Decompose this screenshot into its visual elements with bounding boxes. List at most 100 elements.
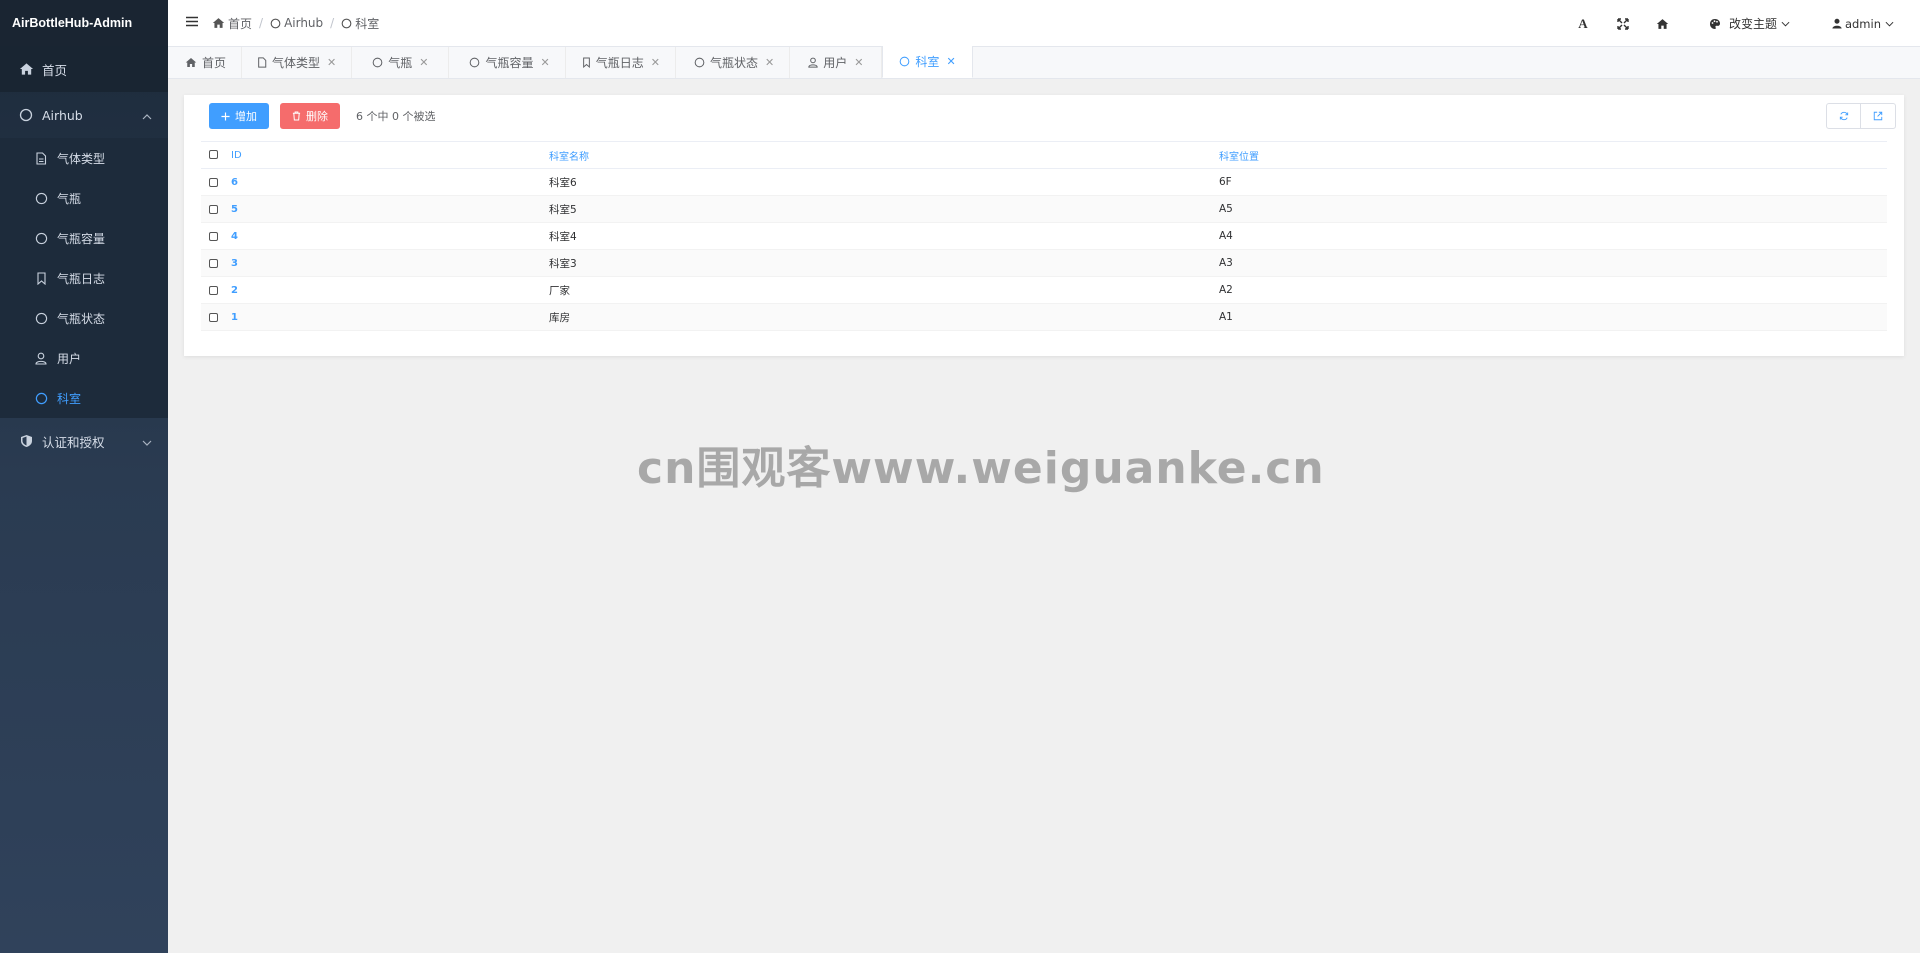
breadcrumb-label: 首页	[228, 16, 253, 31]
sidebar-item-bottle-log[interactable]: 气瓶日志	[0, 258, 168, 298]
tab-bottle[interactable]: 气瓶 ✕	[352, 47, 450, 78]
row-name: 科室4	[549, 230, 577, 243]
row-id-link[interactable]: 6	[231, 169, 549, 196]
sidebar: AirBottleHub-Admin 首页 Airhub 气体类型 气瓶 气瓶容…	[0, 0, 168, 953]
circle-icon	[469, 57, 480, 68]
row-name: 科室5	[549, 203, 577, 216]
breadcrumb-current: 科室	[341, 15, 379, 32]
sidebar-item-gas-type[interactable]: 气体类型	[0, 138, 168, 178]
tab-gas-type[interactable]: 气体类型 ✕	[242, 47, 353, 78]
user-icon	[1832, 18, 1842, 29]
tab-user[interactable]: 用户 ✕	[790, 47, 883, 78]
breadcrumb-label: 科室	[355, 16, 380, 31]
row-checkbox[interactable]	[209, 231, 218, 241]
column-header-location[interactable]: 科室位置	[1219, 142, 1887, 169]
sidebar-item-bottle-capacity[interactable]: 气瓶容量	[0, 218, 168, 258]
close-icon[interactable]: ✕	[419, 56, 428, 69]
document-icon	[257, 57, 267, 68]
row-checkbox[interactable]	[209, 204, 218, 214]
sidebar-item-bottle[interactable]: 气瓶	[0, 178, 168, 218]
app-title: AirBottleHub-Admin	[0, 0, 168, 46]
sidebar-item-bottle-status[interactable]: 气瓶状态	[0, 298, 168, 338]
sidebar-item-label: 气体类型	[57, 151, 106, 166]
tab-label: 气体类型	[272, 56, 321, 70]
chevron-up-icon	[142, 109, 152, 124]
user-icon	[808, 57, 818, 68]
breadcrumb-airhub[interactable]: Airhub	[270, 16, 323, 30]
delete-button[interactable]: 删除	[280, 103, 340, 129]
font-size-icon[interactable]: A	[1575, 16, 1591, 32]
close-icon[interactable]: ✕	[854, 56, 863, 69]
content-card: 增加 删除 6 个中 0 个被选 ID 科室名称 科室位置 6 科室6 6F 5…	[184, 95, 1904, 356]
select-all-checkbox[interactable]	[209, 150, 218, 159]
close-icon[interactable]: ✕	[946, 55, 955, 68]
column-header-id[interactable]: ID	[231, 142, 549, 169]
circle-icon	[694, 57, 705, 68]
add-button[interactable]: 增加	[209, 103, 269, 129]
row-checkbox[interactable]	[209, 258, 218, 268]
shield-icon	[18, 433, 34, 449]
hamburger-icon[interactable]	[186, 16, 200, 30]
row-id-link[interactable]: 2	[231, 277, 549, 304]
table-row: 1 库房 A1	[201, 303, 1887, 331]
close-icon[interactable]: ✕	[327, 56, 336, 69]
circle-icon	[372, 57, 383, 68]
airhub-submenu: 气体类型 气瓶 气瓶容量 气瓶日志 气瓶状态 用户 科室	[0, 138, 168, 418]
tab-bottle-log[interactable]: 气瓶日志 ✕	[566, 47, 676, 78]
sidebar-group-auth[interactable]: 认证和授权	[0, 418, 168, 464]
circle-icon	[899, 56, 910, 67]
sidebar-item-user[interactable]: 用户	[0, 338, 168, 378]
tab-label: 气瓶状态	[709, 56, 758, 70]
sidebar-item-label: 气瓶日志	[57, 271, 106, 286]
close-icon[interactable]: ✕	[651, 56, 660, 69]
table-row: 3 科室3 A3	[201, 249, 1887, 277]
close-icon[interactable]: ✕	[541, 56, 550, 69]
row-id-link[interactable]: 4	[231, 223, 549, 250]
tab-home[interactable]: 首页	[168, 47, 243, 78]
sidebar-item-label: 气瓶状态	[57, 311, 106, 326]
row-checkbox[interactable]	[209, 177, 218, 187]
sidebar-group-airhub[interactable]: Airhub	[0, 92, 168, 138]
circle-icon	[34, 311, 48, 325]
bookmark-icon	[34, 271, 48, 285]
row-location: A5	[1219, 203, 1233, 215]
close-icon[interactable]: ✕	[765, 56, 774, 69]
sidebar-item-label: Airhub	[42, 107, 83, 123]
home-icon[interactable]	[1655, 18, 1671, 30]
chevron-down-icon	[1781, 21, 1790, 27]
breadcrumb-separator: /	[259, 16, 264, 30]
row-checkbox[interactable]	[209, 285, 218, 295]
tab-label: 首页	[202, 56, 227, 70]
toolbar: 增加 删除 6 个中 0 个被选	[209, 103, 436, 129]
watermark: cn围观客www.weiguanke.cn	[637, 443, 1325, 494]
export-button[interactable]	[1861, 103, 1896, 129]
row-checkbox[interactable]	[209, 312, 218, 322]
sidebar-item-label: 气瓶	[57, 191, 82, 206]
row-location: A1	[1219, 311, 1233, 323]
chevron-down-icon	[142, 435, 152, 450]
fullscreen-icon[interactable]	[1615, 17, 1631, 30]
row-location: 6F	[1219, 176, 1232, 188]
column-header-name[interactable]: 科室名称	[549, 142, 1219, 169]
home-icon	[185, 57, 197, 68]
row-location: A3	[1219, 257, 1233, 269]
table-row: 6 科室6 6F	[201, 169, 1887, 196]
user-dropdown[interactable]: admin	[1832, 17, 1894, 31]
bookmark-icon	[582, 57, 591, 68]
refresh-button[interactable]	[1826, 103, 1861, 129]
row-id-link[interactable]: 1	[231, 304, 549, 331]
tab-department[interactable]: 科室 ✕	[882, 46, 973, 78]
breadcrumb-home[interactable]: 首页	[212, 15, 252, 32]
sidebar-item-department[interactable]: 科室	[0, 378, 168, 418]
breadcrumb-label: Airhub	[284, 16, 324, 30]
tab-bottle-status[interactable]: 气瓶状态 ✕	[676, 47, 791, 78]
theme-dropdown[interactable]: 改变主题	[1709, 15, 1790, 32]
table-row: 2 厂家 A2	[201, 277, 1887, 304]
row-id-link[interactable]: 5	[231, 196, 549, 223]
row-id-link[interactable]: 3	[231, 250, 549, 277]
tab-bottle-capacity[interactable]: 气瓶容量 ✕	[449, 47, 566, 78]
sidebar-item-home[interactable]: 首页	[0, 46, 168, 92]
user-icon	[34, 351, 48, 365]
circle-icon	[18, 107, 34, 123]
breadcrumb-separator: /	[330, 16, 335, 30]
